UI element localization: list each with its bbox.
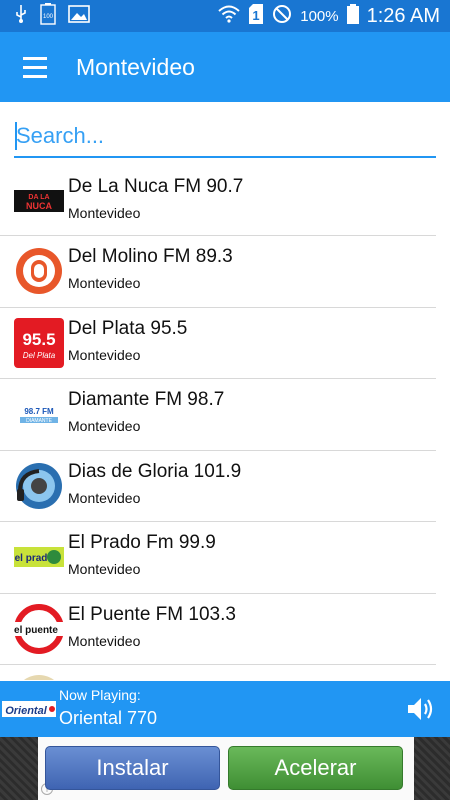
- hamburger-icon: [23, 54, 47, 81]
- menu-button[interactable]: [0, 32, 70, 102]
- station-logo: el puente: [14, 603, 64, 654]
- battery-icon: [346, 3, 359, 29]
- svg-text:100: 100: [43, 14, 54, 20]
- page-title: Montevideo: [76, 53, 195, 80]
- svg-text:Oriental: Oriental: [5, 705, 48, 717]
- do-not-disturb-icon: [272, 4, 292, 29]
- volume-icon[interactable]: [406, 695, 436, 723]
- svg-text:el prad: el prad: [15, 553, 48, 564]
- station-city: Montevideo: [68, 205, 141, 221]
- station-name: El Puente FM 103.3: [68, 603, 236, 625]
- svg-text:DIAMANTE: DIAMANTE: [26, 418, 53, 424]
- accelerate-button[interactable]: Acelerar: [228, 746, 403, 790]
- svg-text:el puente: el puente: [14, 625, 58, 636]
- station-city: Montevideo: [68, 346, 141, 363]
- svg-text:95.5: 95.5: [22, 330, 55, 349]
- clock: 1:26 AM: [366, 4, 440, 27]
- station-logo: 98.7 FM DIAMANTE: [14, 389, 64, 439]
- station-row[interactable]: Del Molino FM 89.3 Montevideo: [0, 236, 436, 308]
- station-name: Diamante FM 98.7: [68, 389, 225, 410]
- station-name: Del Plata 95.5: [68, 317, 188, 339]
- install-button[interactable]: Instalar: [45, 746, 220, 790]
- station-logo: [14, 675, 64, 680]
- image-icon: [68, 4, 90, 28]
- station-logo: [14, 460, 64, 511]
- station-city: Montevideo: [68, 489, 141, 506]
- text-cursor: [15, 122, 17, 150]
- status-bar: 100 1 100% 1:26 AM: [0, 0, 450, 32]
- svg-text:1: 1: [253, 8, 260, 23]
- station-row[interactable]: DA LA NUCA De La Nuca FM 90.7 Montevideo: [0, 166, 436, 236]
- station-logo: [14, 246, 64, 296]
- usb-icon: [14, 4, 28, 29]
- station-name: El Prado Fm 99.9: [68, 532, 216, 553]
- station-name: Del Molino FM 89.3: [68, 246, 233, 267]
- ad-content[interactable]: i Instalar Acelerar: [38, 737, 414, 800]
- station-logo: DA LA NUCA: [14, 176, 64, 226]
- now-playing-bar[interactable]: Oriental Now Playing: Oriental 770: [0, 681, 450, 737]
- station-logo: el prad: [14, 532, 64, 582]
- station-row[interactable]: Dias de Gloria 101.9 Montevideo: [0, 451, 436, 522]
- battery-status-icon: 100: [40, 2, 56, 30]
- svg-text:98.7 FM: 98.7 FM: [24, 407, 54, 416]
- station-logo: 95.5 Del Plata: [14, 317, 64, 368]
- station-city: Montevideo: [68, 561, 141, 577]
- station-city: Montevideo: [68, 275, 141, 291]
- station-row[interactable]: el prad El Prado Fm 99.9 Montevideo: [0, 522, 436, 594]
- station-name: Dias de Gloria 101.9: [68, 460, 242, 482]
- station-list[interactable]: DA LA NUCA De La Nuca FM 90.7 Montevideo …: [0, 166, 450, 680]
- search-input[interactable]: [14, 116, 436, 156]
- wifi-icon: [218, 5, 240, 28]
- station-row[interactable]: el puente El Puente FM 103.3 Montevideo: [0, 594, 436, 665]
- search-field[interactable]: [14, 116, 436, 158]
- now-playing-station: Oriental 770: [59, 708, 158, 728]
- station-city: Montevideo: [68, 632, 141, 649]
- station-name: De La Nuca FM 90.7: [68, 176, 244, 197]
- app-bar: Montevideo: [0, 32, 450, 102]
- ad-banner: i Instalar Acelerar: [0, 737, 450, 800]
- now-playing-label: Now Playing:: [59, 687, 141, 703]
- station-row[interactable]: [0, 665, 436, 680]
- sim-icon: 1: [248, 3, 264, 29]
- svg-text:Del Plata: Del Plata: [23, 351, 56, 360]
- svg-text:NUCA: NUCA: [26, 201, 52, 211]
- battery-percent: 100%: [300, 7, 339, 25]
- station-city: Montevideo: [68, 418, 141, 434]
- station-row[interactable]: 98.7 FM DIAMANTE Diamante FM 98.7 Montevi…: [0, 379, 436, 451]
- station-row[interactable]: 95.5 Del Plata Del Plata 95.5 Montevideo: [0, 308, 436, 379]
- now-playing-logo: Oriental: [2, 695, 56, 723]
- svg-text:DA LA: DA LA: [28, 194, 49, 201]
